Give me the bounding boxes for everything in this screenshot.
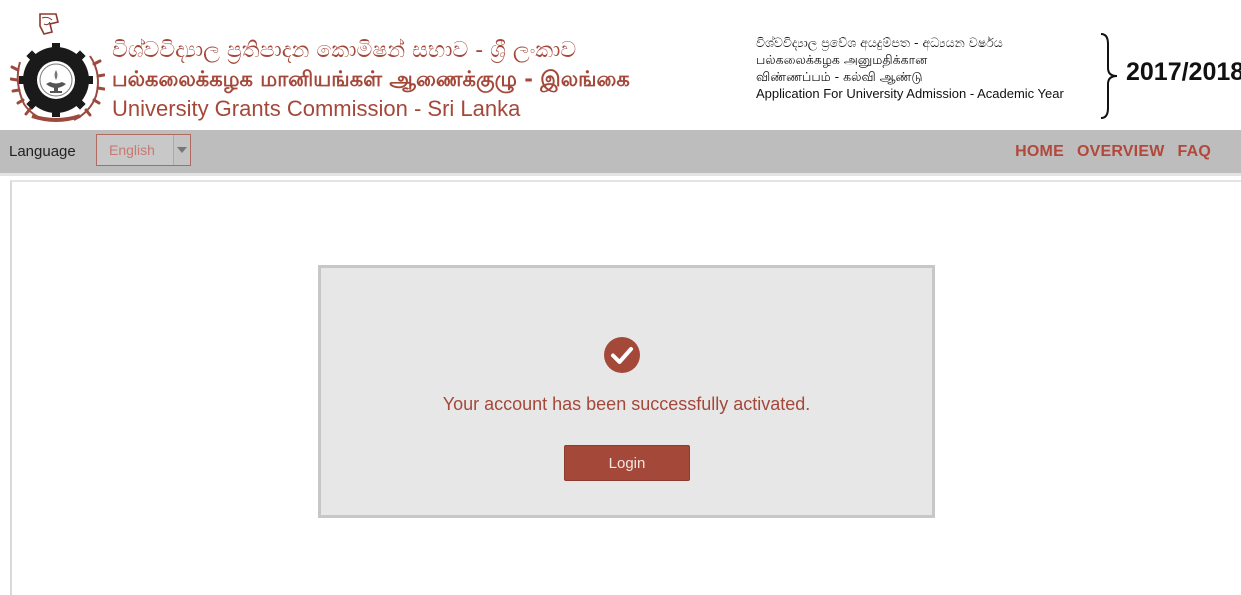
- activation-message: Your account has been successfully activ…: [442, 394, 811, 414]
- academic-year: 2017/2018: [1126, 58, 1241, 86]
- ugc-logo: [10, 13, 105, 122]
- language-dropdown-toggle[interactable]: [173, 135, 190, 165]
- activation-card: Your account has been successfully activ…: [318, 265, 935, 518]
- nav-links: HOME OVERVIEW FAQ: [1015, 143, 1211, 161]
- site-header: විශ්වවිද්‍යාල ප්‍රතිපාදන කොමිෂන් සභාව - …: [0, 0, 1241, 130]
- language-selected-value: English: [109, 142, 155, 158]
- language-select[interactable]: English: [96, 134, 191, 166]
- nav-faq-link[interactable]: FAQ: [1178, 143, 1212, 161]
- language-label: Language: [9, 143, 76, 160]
- commission-title: විශ්වවිද්‍යාල ප්‍රතිපාදන කොමිෂන් සභාව - …: [112, 36, 630, 123]
- login-button[interactable]: Login: [564, 445, 690, 481]
- title-english: University Grants Commission - Sri Lanka: [112, 96, 521, 121]
- application-title: විශ්වවිද්‍යාල ප්‍රවේශ අයදුම්පත - අධ්‍යයන…: [756, 34, 1101, 102]
- nav-overview-link[interactable]: OVERVIEW: [1077, 143, 1165, 161]
- title-tamil: பல்கலைக்கழக மானியங்கள் ஆணைக்குழு - இலங்க…: [112, 67, 630, 91]
- nav-home-link[interactable]: HOME: [1015, 143, 1064, 161]
- chevron-down-icon: [177, 147, 187, 153]
- check-circle-icon: [604, 337, 640, 373]
- application-tamil-1: பல்கலைக்கழக அனுமதிக்கான: [756, 52, 928, 67]
- brace-icon: [1100, 33, 1118, 119]
- application-english: Application For University Admission - A…: [756, 86, 1064, 101]
- navbar: Language English HOME OVERVIEW FAQ: [0, 130, 1241, 176]
- application-sinhala: විශ්වවිද්‍යාල ප්‍රවේශ අයදුම්පත - අධ්‍යයන…: [756, 35, 1003, 50]
- title-sinhala: විශ්වවිද්‍යාල ප්‍රතිපාදන කොමිෂන් සභාව - …: [112, 38, 577, 63]
- application-tamil-2: விண்ணப்பம் - கல்வி ஆண்டு: [756, 69, 923, 84]
